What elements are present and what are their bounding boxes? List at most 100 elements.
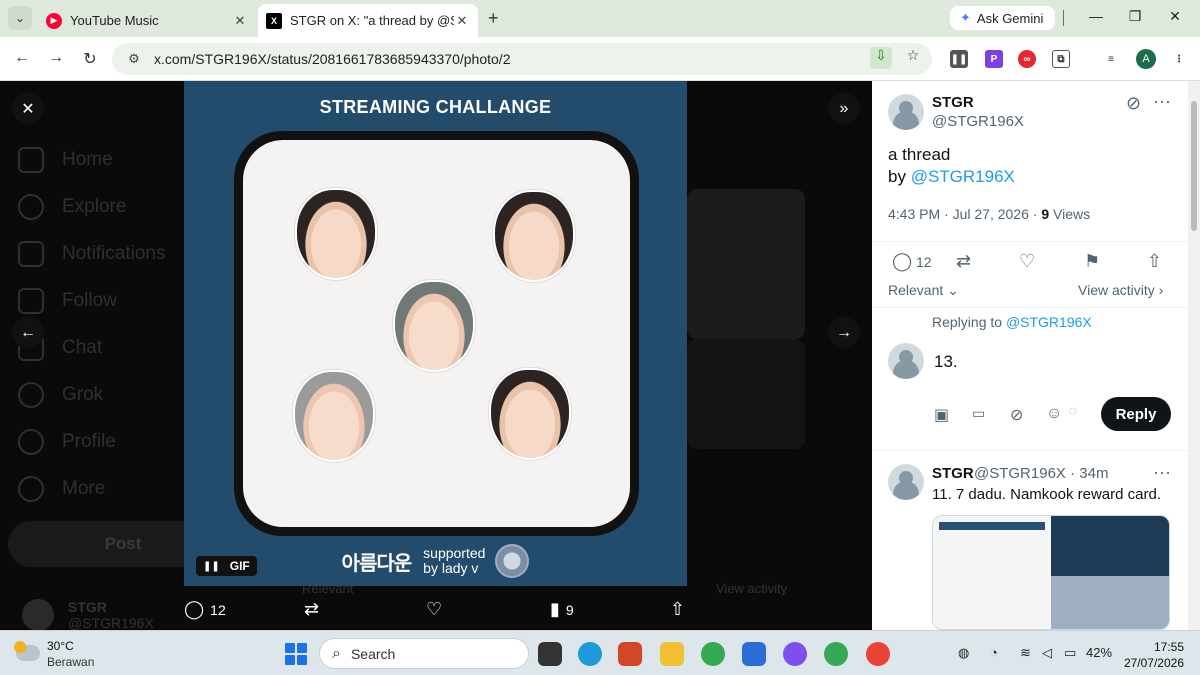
replying-to-handle[interactable]: @STGR196X: [1006, 314, 1092, 330]
tray-app-icon[interactable]: ◍: [958, 645, 969, 661]
weather-condition[interactable]: Berawan: [47, 655, 94, 669]
canva-icon[interactable]: [783, 642, 807, 666]
sort-dropdown[interactable]: Relevant ⌄: [888, 282, 959, 299]
views-action[interactable]: ▮ 9: [550, 599, 574, 620]
menu-dots-icon[interactable]: ⋮: [1170, 50, 1188, 68]
emoji-icon[interactable]: ☺: [1046, 405, 1062, 423]
clock[interactable]: 17:55 27/07/2026: [1122, 639, 1184, 671]
new-tab-icon[interactable]: +: [488, 8, 499, 29]
next-photo-button[interactable]: →: [828, 317, 860, 349]
sidebar-item-explore[interactable]: Explore: [18, 192, 126, 222]
reply-author-handle[interactable]: @STGR196X · 34m: [974, 465, 1108, 482]
taskbar-search[interactable]: ⌕ Search: [319, 638, 529, 669]
reply-button[interactable]: Reply: [1101, 397, 1171, 431]
reply-input[interactable]: 13.: [934, 351, 958, 373]
avatar[interactable]: [888, 94, 924, 130]
previous-photo-button[interactable]: ←: [12, 317, 44, 349]
tab-search-icon[interactable]: ⌄: [8, 6, 32, 30]
reply-media[interactable]: [932, 515, 1170, 630]
grok-icon[interactable]: ⊘: [1010, 405, 1023, 425]
battery-icon[interactable]: ▭: [1064, 645, 1076, 661]
bookmark-star-icon[interactable]: ☆: [902, 47, 924, 69]
person-icon: [18, 429, 44, 455]
more-dots-icon[interactable]: ···: [1153, 91, 1171, 112]
tray-sync-icon[interactable]: ◔: [990, 645, 998, 660]
scrollbar[interactable]: [1188, 81, 1200, 630]
task-view-icon[interactable]: [538, 642, 562, 666]
edge-icon[interactable]: [578, 642, 602, 666]
ask-gemini-button[interactable]: ✦ Ask Gemini: [950, 6, 1055, 30]
chrome-icon[interactable]: [701, 642, 725, 666]
sidebar-item-follow[interactable]: Follow: [18, 286, 117, 316]
author-name[interactable]: STGR: [932, 94, 974, 111]
heart-icon[interactable]: ♡: [1019, 251, 1035, 272]
mention-link[interactable]: @STGR196X: [911, 167, 1015, 186]
like-action[interactable]: ♡: [426, 599, 448, 620]
gif-icon[interactable]: ▭: [972, 405, 985, 422]
repost-icon[interactable]: ⇄: [956, 251, 971, 272]
views-count: 9: [565, 601, 574, 618]
tab-x-thread[interactable]: X STGR on X: "a thread by @STGR ✕: [258, 4, 478, 37]
extensions-icon[interactable]: ⧉: [1052, 50, 1070, 68]
close-tab-icon[interactable]: ✕: [232, 13, 248, 29]
sidebar-item-home[interactable]: Home: [18, 145, 113, 175]
tab-youtube-music[interactable]: ▶ YouTube Music ✕: [38, 4, 256, 37]
volume-icon[interactable]: ◁: [1042, 645, 1052, 661]
tweet-text: a thread by @STGR196X: [888, 144, 1015, 188]
share-icon[interactable]: ⇧: [1147, 251, 1162, 272]
gif-pause-button[interactable]: ❚❚ GIF: [196, 556, 257, 576]
scrollbar-thumb[interactable]: [1191, 101, 1197, 231]
repost-action[interactable]: ⇄: [304, 599, 325, 620]
profile-avatar[interactable]: A: [1136, 49, 1156, 69]
image-icon[interactable]: ▣: [934, 405, 949, 425]
chrome-alt-icon[interactable]: [866, 642, 890, 666]
back-icon[interactable]: ←: [12, 49, 32, 67]
view-activity-link[interactable]: View activity ›: [1078, 282, 1163, 298]
weather-temperature[interactable]: 30°C: [47, 639, 74, 653]
restore-icon[interactable]: ❐: [1125, 8, 1145, 25]
share-action[interactable]: ⇧: [670, 599, 691, 620]
bookmark-icon[interactable]: ⚑: [1084, 251, 1100, 272]
x-logo-icon: X: [266, 12, 282, 29]
reload-icon[interactable]: ↻: [80, 49, 100, 69]
file-explorer-icon[interactable]: [660, 642, 684, 666]
windows-start-icon[interactable]: [285, 643, 307, 665]
extension-p-icon[interactable]: P: [985, 50, 1003, 68]
account-switcher[interactable]: STGR @STGR196X: [22, 599, 154, 630]
sidebar-item-grok[interactable]: Grok: [18, 380, 103, 410]
site-info-icon[interactable]: ⚙: [120, 51, 148, 67]
replying-to: Replying to @STGR196X: [932, 314, 1092, 330]
sidebar-item-profile[interactable]: Profile: [18, 427, 116, 457]
pause-extension-icon[interactable]: ❚❚: [950, 50, 968, 68]
chrome-profile-icon[interactable]: [824, 642, 848, 666]
tweet-timestamp[interactable]: 4:43 PM · Jul 27, 2026 ·: [888, 206, 1041, 222]
media-image[interactable]: STREAMING CHALLANGE 아름다운 supported by la…: [184, 81, 687, 586]
extension-infinity-icon[interactable]: ∞: [1018, 50, 1036, 68]
wifi-icon[interactable]: ≋: [1020, 645, 1031, 661]
sidebar-item-notifications[interactable]: Notifications: [18, 239, 166, 269]
author-handle[interactable]: @STGR196X: [932, 113, 1024, 130]
close-window-icon[interactable]: ✕: [1165, 8, 1185, 25]
grok-icon[interactable]: ⊘: [1126, 93, 1141, 114]
lady-v-seal: [495, 544, 530, 578]
reply-icon[interactable]: ◯: [892, 251, 912, 272]
media-thumb-part: [1051, 516, 1169, 576]
url-field[interactable]: ⚙ x.com/STGR196X/status/2081661783685943…: [112, 43, 932, 75]
sidebar-item-more[interactable]: More: [18, 474, 105, 504]
close-viewer-button[interactable]: ✕: [12, 93, 44, 125]
expand-panel-button[interactable]: »: [828, 93, 860, 125]
tweet-text-by: by: [888, 167, 911, 186]
more-dots-icon[interactable]: ···: [1153, 462, 1171, 483]
minimize-icon[interactable]: —: [1086, 8, 1106, 24]
media-control-icon[interactable]: ≡: [1102, 50, 1120, 68]
battery-percent: 42%: [1086, 645, 1113, 660]
account-name: STGR: [68, 599, 107, 615]
reply-author-name[interactable]: STGR: [932, 465, 974, 482]
close-tab-icon[interactable]: ✕: [454, 13, 470, 29]
forward-icon[interactable]: →: [46, 49, 66, 67]
avatar[interactable]: [888, 464, 924, 500]
install-icon[interactable]: ⇩: [870, 47, 892, 69]
powerpoint-icon[interactable]: [618, 642, 642, 666]
app-m-icon[interactable]: [742, 642, 766, 666]
reply-action[interactable]: ◯ 12: [184, 599, 226, 620]
